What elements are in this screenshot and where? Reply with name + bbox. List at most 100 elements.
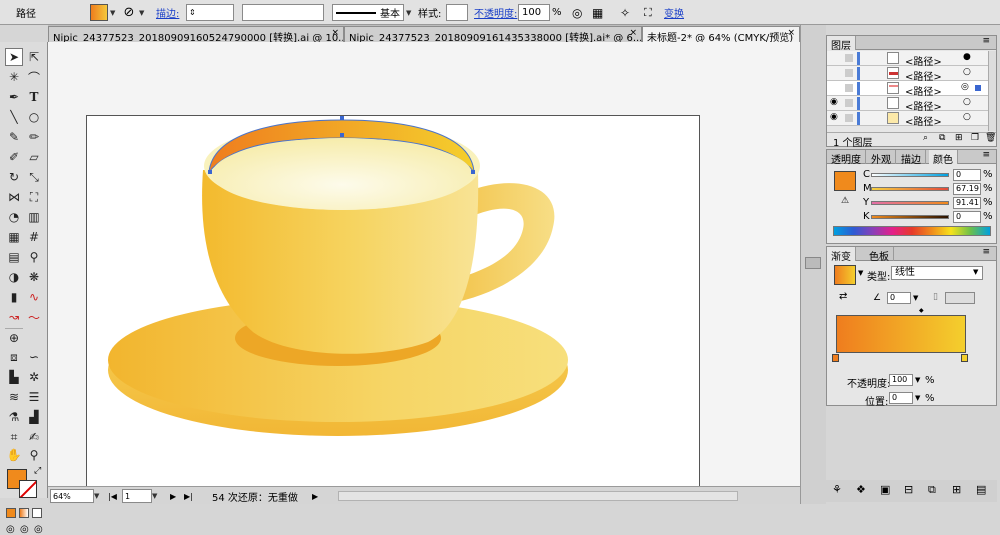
target-icon[interactable]: ○ [963, 97, 971, 107]
yellow-value[interactable]: 91.41 [953, 196, 981, 209]
gradient-preview-swatch[interactable] [834, 265, 856, 285]
pencil-tool-icon[interactable]: ✏ [25, 128, 43, 146]
artboards-panel-icon[interactable]: ▤ [976, 483, 986, 496]
blob-brush-tool-icon[interactable]: ✐ [5, 148, 23, 166]
lock-toggle[interactable] [845, 114, 853, 122]
magenta-value[interactable]: 67.19 [953, 182, 981, 195]
yellow-slider[interactable] [871, 200, 949, 205]
close-icon[interactable]: × [787, 28, 795, 38]
stroke-none-icon[interactable]: ⊘ [121, 4, 137, 21]
eye-icon[interactable]: ◉ [830, 112, 838, 122]
zoom-tool-icon[interactable]: ⚲ [25, 446, 43, 464]
symbol-sprayer-tool-icon[interactable]: ❋ [25, 268, 43, 286]
layer-row[interactable]: ◉ <路径> ○ [827, 111, 988, 128]
clipping-mask-icon[interactable]: ⧉ [939, 133, 945, 143]
tab-swatches[interactable]: 色板 [865, 247, 894, 263]
draw-behind-icon[interactable]: ◎ [20, 524, 29, 535]
lock-toggle[interactable] [845, 84, 853, 92]
isolate-icon[interactable]: ✧ [620, 4, 630, 21]
eyedropper-alt-icon[interactable]: ⚗ [5, 408, 23, 426]
stroke-link[interactable]: 描边: [156, 4, 179, 21]
stop-opacity-dropdown-icon[interactable]: ▼ [915, 376, 920, 384]
anchor-point[interactable] [208, 170, 212, 174]
opacity-link[interactable]: 不透明度: [474, 4, 517, 21]
pathfinder-panel-icon[interactable]: ⧉ [928, 483, 936, 497]
angle-dropdown-icon[interactable]: ▼ [913, 294, 918, 302]
brush-dropdown-icon[interactable]: ▼ [406, 4, 411, 21]
slice-tool-icon[interactable]: ⧈ [5, 348, 23, 366]
layer-row[interactable]: <路径> ○ [827, 66, 988, 83]
midpoint-diamond[interactable]: ◆ [919, 307, 924, 314]
symbols-panel-icon[interactable]: ❖ [856, 483, 866, 496]
magenta-slider[interactable] [871, 186, 949, 191]
ellipse-tool-icon[interactable]: ○ [25, 108, 43, 126]
black-value[interactable]: 0 [953, 210, 981, 223]
knife-tool-icon[interactable]: ∽ [25, 348, 43, 366]
selection-tool-icon[interactable]: ➤ [5, 48, 23, 66]
out-of-gamut-icon[interactable]: ⚠ [841, 196, 849, 206]
color-spectrum[interactable] [833, 226, 991, 236]
close-icon[interactable]: × [331, 28, 339, 38]
hand-tool-icon[interactable]: ✋ [5, 446, 23, 464]
reverse-gradient-icon[interactable]: ⇄ [839, 291, 847, 302]
align-icon[interactable]: ▦ [592, 4, 603, 21]
magic-wand-tool-icon[interactable]: ✳ [5, 68, 23, 86]
tab-document-3[interactable]: 未标题-2* @ 64% (CMYK/预览) × [642, 26, 800, 42]
opacity-field[interactable]: 100 [518, 4, 550, 21]
color-mode-icon[interactable] [6, 508, 16, 518]
tab-gradient[interactable]: 渐变 [827, 247, 856, 263]
warp-tool-icon[interactable]: ↝ [5, 308, 23, 326]
crystallize-tool-icon[interactable]: ✲ [25, 368, 43, 386]
cyan-value[interactable]: 0 [953, 168, 981, 181]
layer-row-selected[interactable]: <路径> ◎ [827, 81, 988, 98]
brush-definition-field[interactable]: 基本 [332, 4, 404, 21]
tab-document-1[interactable]: Nipic_24377523_20180909160524790000 [转换]… [48, 26, 344, 42]
lock-toggle[interactable] [845, 69, 853, 77]
next-artboard-icon[interactable]: ▶ [170, 489, 176, 503]
eyedropper-tool-icon[interactable]: ⚲ [25, 248, 43, 266]
anchor-point[interactable] [471, 170, 475, 174]
gradient-tool-icon[interactable]: ▤ [5, 248, 23, 266]
draw-normal-icon[interactable]: ◎ [6, 524, 15, 535]
live-paint-tool-icon[interactable]: ▥ [25, 208, 43, 226]
rotate-tool-icon[interactable]: ↻ [5, 168, 23, 186]
gradient-mode-icon[interactable] [19, 508, 29, 518]
scale-tool-icon[interactable]: ⤡ [25, 168, 43, 186]
layers-scrollbar[interactable] [988, 51, 996, 131]
artboard-tool-icon[interactable]: ⊕ [5, 328, 23, 346]
graphic-style-field[interactable] [446, 4, 468, 21]
tab-transparency[interactable]: 透明度 [827, 150, 866, 166]
crop-tool-icon[interactable]: ⌗ [5, 428, 23, 446]
lasso-tool-icon[interactable]: ⌒ [25, 68, 43, 86]
gradient-type-dropdown-icon[interactable]: ▼ [973, 268, 978, 276]
none-mode-icon[interactable] [32, 508, 42, 518]
first-artboard-icon[interactable]: |◀ [108, 489, 117, 503]
zoom-field[interactable]: 64% [50, 489, 94, 503]
zigzag-tool-icon[interactable]: ≋ [5, 388, 23, 406]
horizontal-scrollbar[interactable] [338, 491, 738, 501]
blend-tool-icon[interactable]: ◑ [5, 268, 23, 286]
delete-layer-icon[interactable]: 🗑 [985, 133, 996, 143]
pen-tool-icon[interactable]: ✒ [5, 88, 23, 106]
stop-position-dropdown-icon[interactable]: ▼ [915, 394, 920, 402]
eraser-tool-icon[interactable]: ▱ [25, 148, 43, 166]
new-sublayer-icon[interactable]: ⊞ [955, 133, 963, 143]
tab-document-2[interactable]: Nipic_24377523_20180909161435338000 [转换]… [344, 26, 642, 42]
tab-layers[interactable]: 图层 [827, 36, 856, 52]
brushes-panel-icon[interactable]: ⚘ [832, 483, 842, 496]
path-eraser-tool-icon[interactable]: 〜 [25, 308, 43, 326]
perspective-grid-tool-icon[interactable]: ▦ [5, 228, 23, 246]
black-slider[interactable] [871, 214, 949, 219]
shape-builder-tool-icon[interactable]: ◔ [5, 208, 23, 226]
tab-color[interactable]: 颜色 [929, 150, 958, 166]
layer-row[interactable]: ◉ <路径> ○ [827, 96, 988, 113]
last-artboard-icon[interactable]: ▶| [184, 489, 193, 503]
brush-alt-tool-icon[interactable]: ✍ [25, 428, 43, 446]
anchor-point[interactable] [340, 116, 344, 120]
variable-width-profile-field[interactable] [242, 4, 324, 21]
gradient-stop-end[interactable] [961, 354, 968, 362]
column-graph-tool-icon[interactable]: ▮ [5, 288, 23, 306]
align-panel-icon[interactable]: ⊟ [904, 483, 913, 496]
transform-grid-icon[interactable]: ⛶ [644, 4, 652, 21]
locate-object-icon[interactable]: ⌕ [923, 133, 928, 143]
